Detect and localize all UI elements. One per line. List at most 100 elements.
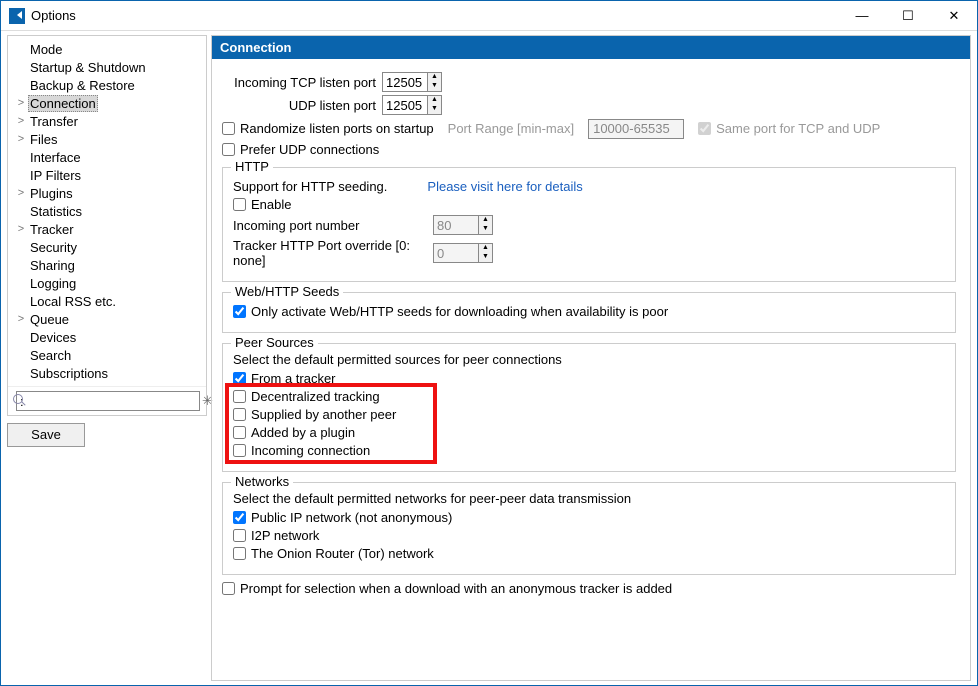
sidebar-item-label: Connection (28, 95, 98, 112)
sidebar-item-startup-shutdown[interactable]: Startup & Shutdown (8, 58, 206, 76)
peersource-option[interactable]: Added by a plugin (233, 425, 945, 440)
sidebar-item-transfer[interactable]: >Transfer (8, 112, 206, 130)
sidebar-item-files[interactable]: >Files (8, 130, 206, 148)
sidebar-item-logging[interactable]: Logging (8, 274, 206, 292)
networks-intro: Select the default permitted networks fo… (233, 491, 945, 506)
network-option[interactable]: Public IP network (not anonymous) (233, 510, 945, 525)
http-override-label: Tracker HTTP Port override [0: none] (233, 238, 433, 268)
peersource-option[interactable]: From a tracker (233, 371, 945, 386)
sidebar-item-tracker[interactable]: >Tracker (8, 220, 206, 238)
maximize-button[interactable]: ☐ (885, 1, 931, 31)
network-checkbox[interactable] (233, 511, 246, 524)
http-enable-row[interactable]: Enable (233, 197, 945, 212)
spinner-arrows[interactable]: ▲▼ (428, 95, 442, 115)
panel-body: Incoming TCP listen port ▲▼ UDP listen p… (212, 59, 970, 680)
sidebar-item-connection[interactable]: >Connection (8, 94, 206, 112)
network-label: I2P network (251, 528, 319, 543)
titlebar: Options — ☐ ✕ (1, 1, 977, 31)
peersource-option[interactable]: Supplied by another peer (233, 407, 945, 422)
prompt-anon-row[interactable]: Prompt for selection when a download wit… (222, 581, 956, 596)
sidebar-item-mode[interactable]: Mode (8, 40, 206, 58)
sidebar-item-statistics[interactable]: Statistics (8, 202, 206, 220)
peersource-checkbox[interactable] (233, 444, 246, 457)
network-checkbox[interactable] (233, 529, 246, 542)
minimize-button[interactable]: — (839, 1, 885, 31)
sidebar-item-label: Statistics (28, 204, 84, 219)
http-enable-checkbox[interactable] (233, 198, 246, 211)
http-group: HTTP Support for HTTP seeding. Please vi… (222, 167, 956, 282)
close-button[interactable]: ✕ (931, 1, 977, 31)
sidebar-item-label: IP Filters (28, 168, 83, 183)
tcp-port-spinner[interactable]: ▲▼ (382, 72, 442, 92)
peersource-label: Added by a plugin (251, 425, 355, 440)
sidebar-item-backup-restore[interactable]: Backup & Restore (8, 76, 206, 94)
http-enable-label: Enable (251, 197, 291, 212)
expand-icon[interactable]: > (14, 223, 28, 235)
http-incoming-port-spinner: ▲▼ (433, 215, 493, 235)
sidebar-item-label: Mode (28, 42, 65, 57)
udp-port-label: UDP listen port (222, 98, 382, 113)
randomize-checkbox[interactable] (222, 122, 235, 135)
peersource-checkbox[interactable] (233, 372, 246, 385)
tcp-port-input[interactable] (382, 72, 428, 92)
sidebar-item-local-rss-etc-[interactable]: Local RSS etc. (8, 292, 206, 310)
randomize-checkbox-row[interactable]: Randomize listen ports on startup (222, 121, 434, 136)
body: ModeStartup & ShutdownBackup & Restore>C… (1, 31, 977, 685)
sidebar-item-devices[interactable]: Devices (8, 328, 206, 346)
search-input[interactable] (16, 391, 200, 411)
peersource-option[interactable]: Incoming connection (233, 443, 945, 458)
http-legend: HTTP (231, 159, 273, 174)
sidebar-item-subscriptions[interactable]: Subscriptions (8, 364, 206, 382)
webseeds-group: Web/HTTP Seeds Only activate Web/HTTP se… (222, 292, 956, 333)
sidebar-item-label: Plugins (28, 186, 75, 201)
http-support-text: Support for HTTP seeding. (233, 179, 387, 194)
sidebar-item-label: Devices (28, 330, 78, 345)
sidebar-item-plugins[interactable]: >Plugins (8, 184, 206, 202)
sidebar-item-security[interactable]: Security (8, 238, 206, 256)
network-checkbox[interactable] (233, 547, 246, 560)
sidebar-item-ip-filters[interactable]: IP Filters (8, 166, 206, 184)
window-title: Options (31, 8, 76, 23)
randomize-label: Randomize listen ports on startup (240, 121, 434, 136)
http-details-link[interactable]: Please visit here for details (427, 179, 582, 194)
prefer-udp-checkbox[interactable] (222, 143, 235, 156)
http-override-spinner: ▲▼ (433, 243, 493, 263)
webseeds-only-activate-label: Only activate Web/HTTP seeds for downloa… (251, 304, 668, 319)
peersource-option[interactable]: Decentralized tracking (233, 389, 945, 404)
sidebar-item-search[interactable]: Search (8, 346, 206, 364)
sidebar-item-label: Transfer (28, 114, 80, 129)
sidebar: ModeStartup & ShutdownBackup & Restore>C… (7, 35, 207, 416)
webseeds-only-activate-row[interactable]: Only activate Web/HTTP seeds for downloa… (233, 304, 945, 319)
sidebar-item-queue[interactable]: >Queue (8, 310, 206, 328)
peersources-group: Peer Sources Select the default permitte… (222, 343, 956, 472)
udp-port-spinner[interactable]: ▲▼ (382, 95, 442, 115)
spinner-arrows[interactable]: ▲▼ (428, 72, 442, 92)
peersource-checkbox[interactable] (233, 390, 246, 403)
expand-icon[interactable]: > (14, 133, 28, 145)
prompt-anon-checkbox[interactable] (222, 582, 235, 595)
peersource-checkbox[interactable] (233, 426, 246, 439)
udp-port-input[interactable] (382, 95, 428, 115)
expand-icon[interactable]: > (14, 187, 28, 199)
sidebar-item-label: Logging (28, 276, 78, 291)
expand-icon[interactable]: > (14, 115, 28, 127)
peersource-checkbox[interactable] (233, 408, 246, 421)
networks-group: Networks Select the default permitted ne… (222, 482, 956, 575)
sidebar-item-interface[interactable]: Interface (8, 148, 206, 166)
nav-tree: ModeStartup & ShutdownBackup & Restore>C… (8, 36, 206, 386)
expand-icon[interactable]: > (14, 313, 28, 325)
peersource-label: From a tracker (251, 371, 336, 386)
webseeds-only-activate-checkbox[interactable] (233, 305, 246, 318)
main-panel: Connection Incoming TCP listen port ▲▼ U… (211, 35, 971, 681)
prefer-udp-row[interactable]: Prefer UDP connections (222, 142, 956, 157)
sidebar-item-label: Sharing (28, 258, 77, 273)
same-port-label: Same port for TCP and UDP (716, 121, 880, 136)
app-icon (9, 8, 25, 24)
network-option[interactable]: I2P network (233, 528, 945, 543)
sidebar-item-label: Subscriptions (28, 366, 110, 381)
save-button[interactable]: Save (7, 423, 85, 447)
network-option[interactable]: The Onion Router (Tor) network (233, 546, 945, 561)
options-window: Options — ☐ ✕ ModeStartup & ShutdownBack… (0, 0, 978, 686)
sidebar-item-sharing[interactable]: Sharing (8, 256, 206, 274)
expand-icon[interactable]: > (14, 97, 28, 109)
